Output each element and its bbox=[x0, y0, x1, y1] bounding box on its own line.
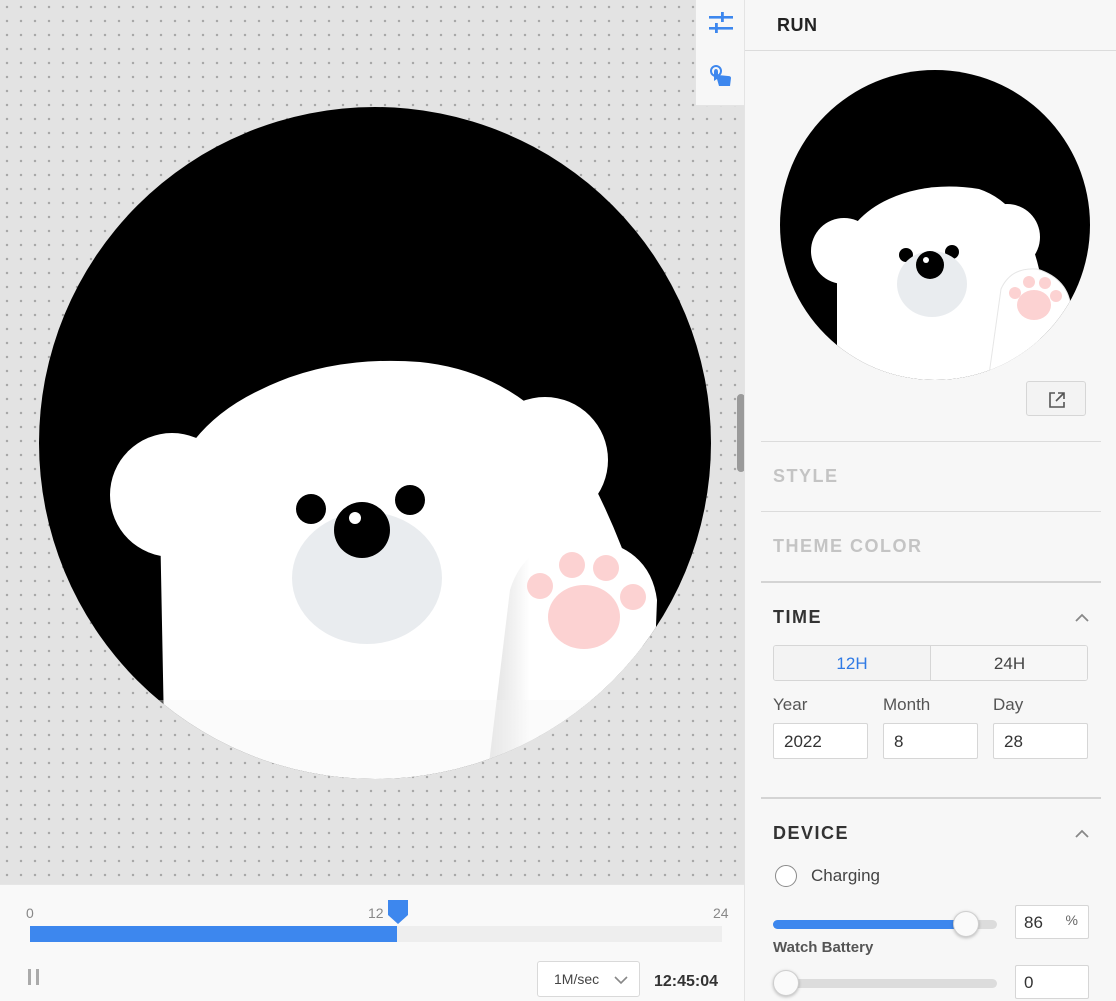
paw-toe-4 bbox=[620, 584, 646, 610]
section-title: THEME COLOR bbox=[773, 536, 923, 556]
current-time: 12:45:04 bbox=[654, 973, 719, 990]
bear-nose bbox=[334, 502, 390, 558]
battery-label: Watch Battery bbox=[773, 939, 874, 956]
section-theme-color[interactable]: THEME COLOR bbox=[761, 511, 1101, 581]
battery-value: 86 bbox=[1024, 913, 1043, 932]
design-canvas[interactable] bbox=[0, 0, 744, 884]
battery-input[interactable]: 86 % bbox=[1015, 905, 1089, 939]
charging-radio[interactable] bbox=[775, 865, 797, 887]
device-slider-thumb[interactable] bbox=[773, 970, 799, 996]
tick-label: 12 bbox=[368, 905, 384, 921]
canvas-toolbar bbox=[695, 0, 744, 106]
section-title: DEVICE bbox=[773, 823, 850, 843]
paw-toe-3 bbox=[593, 555, 619, 581]
month-input[interactable]: 8 bbox=[883, 723, 978, 759]
open-preview-button[interactable] bbox=[1026, 381, 1086, 416]
device-slider[interactable] bbox=[773, 970, 997, 996]
day-input[interactable]: 28 bbox=[993, 723, 1088, 759]
open-external-icon bbox=[1049, 392, 1065, 408]
properties-panel: RUN STYLE THEME COLOR TIME 12H 24H Year … bbox=[744, 0, 1116, 1001]
format-12h-option[interactable]: 12H bbox=[774, 646, 931, 680]
pause-icon[interactable] bbox=[26, 969, 44, 987]
chevron-up-icon[interactable] bbox=[1073, 609, 1091, 627]
bear-right-eye bbox=[395, 485, 425, 515]
month-label: Month bbox=[883, 695, 931, 714]
touch-hand-icon[interactable] bbox=[708, 64, 734, 90]
timeline-progress bbox=[30, 926, 397, 942]
charging-label: Charging bbox=[811, 866, 880, 885]
panel-title: RUN bbox=[777, 15, 818, 35]
bear-left-eye bbox=[296, 494, 326, 524]
battery-slider[interactable] bbox=[773, 911, 997, 937]
paw-pad bbox=[548, 585, 620, 649]
device-value-input[interactable]: 0 bbox=[1015, 965, 1089, 999]
day-label: Day bbox=[993, 695, 1024, 714]
section-device: DEVICE Charging 86 % Watch Battery 0 bbox=[761, 797, 1101, 1001]
section-style[interactable]: STYLE bbox=[761, 441, 1101, 511]
timeline-track[interactable] bbox=[30, 926, 722, 942]
year-input[interactable]: 2022 bbox=[773, 723, 868, 759]
panel-header: RUN bbox=[745, 0, 1116, 51]
chevron-up-icon[interactable] bbox=[1073, 825, 1091, 843]
time-format-toggle: 12H 24H bbox=[773, 645, 1088, 681]
tick-label: 24 bbox=[713, 905, 729, 921]
year-label: Year bbox=[773, 695, 808, 714]
speed-select[interactable]: 1M/sec bbox=[537, 961, 640, 997]
section-title: STYLE bbox=[773, 466, 839, 486]
section-time: TIME 12H 24H Year Month Day 2022 8 28 bbox=[761, 581, 1101, 798]
battery-slider-thumb[interactable] bbox=[953, 911, 979, 937]
tick-label: 0 bbox=[26, 905, 34, 921]
sliders-icon[interactable] bbox=[708, 10, 734, 36]
watchface-editor: 0 12 24 1M/sec 12:45:04 RUN STYLE THEME … bbox=[0, 0, 1116, 1001]
paw-toe-2 bbox=[559, 552, 585, 578]
battery-unit: % bbox=[1065, 912, 1078, 928]
speed-value: 1M/sec bbox=[554, 971, 600, 987]
timeline-bar: 0 12 24 1M/sec 12:45:04 bbox=[0, 884, 744, 1001]
watch-preview bbox=[780, 70, 1090, 380]
timeline-scrubber-handle[interactable] bbox=[387, 899, 409, 925]
battery-slider-fill bbox=[773, 920, 966, 929]
section-title: TIME bbox=[773, 607, 822, 627]
paw-toe-1 bbox=[527, 573, 553, 599]
watch-face bbox=[39, 107, 711, 779]
chevron-down-icon bbox=[614, 976, 628, 985]
canvas-scrollbar[interactable] bbox=[737, 394, 744, 472]
format-24h-option[interactable]: 24H bbox=[931, 646, 1087, 680]
bear-nose-highlight bbox=[349, 512, 361, 524]
